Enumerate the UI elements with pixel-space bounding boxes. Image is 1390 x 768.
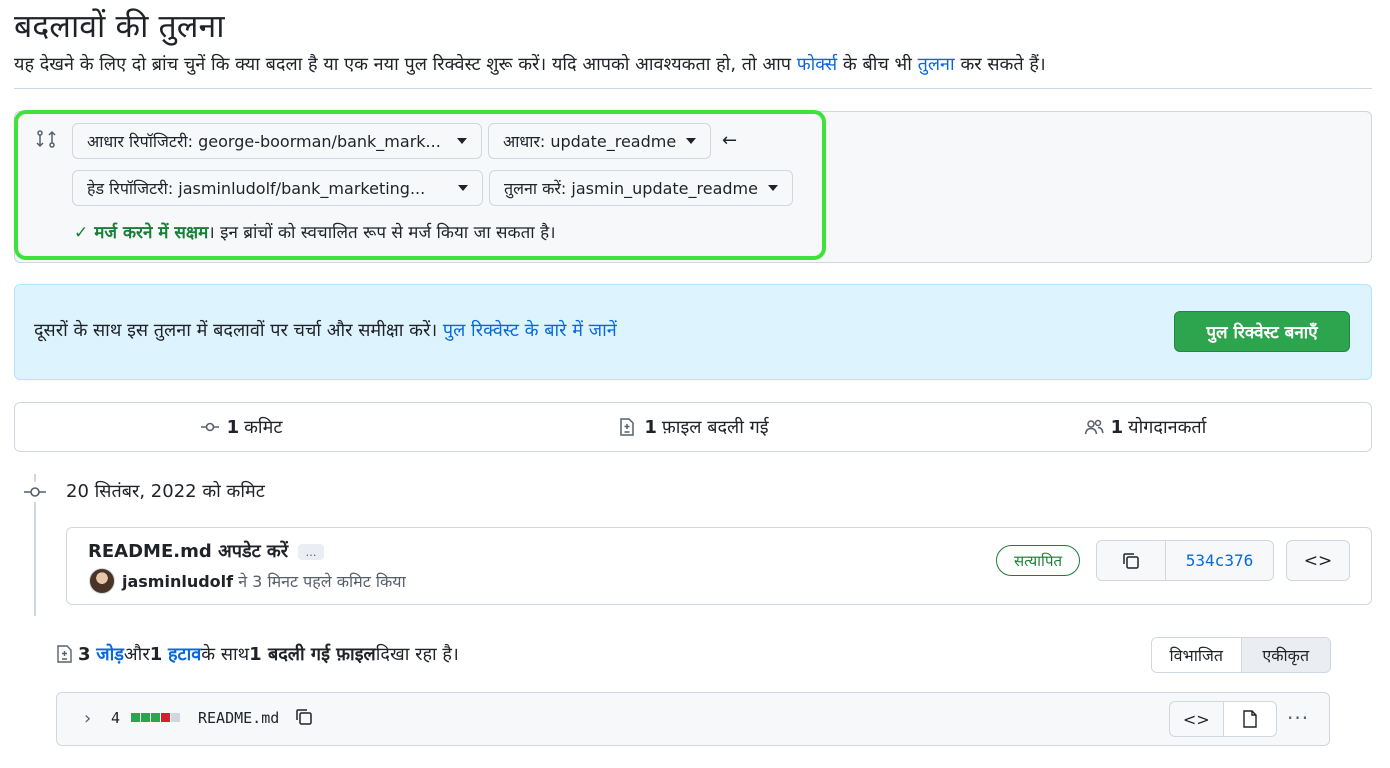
diffstat-block-add — [151, 713, 160, 722]
commit-time: ने 3 मिनट पहले कमिट किया — [233, 572, 406, 591]
check-icon: ✓ — [74, 223, 89, 243]
caret-down-icon — [768, 185, 778, 191]
base-repo-label: आधार रिपॉजिटरी: george-boorman/bank_mark… — [87, 132, 441, 151]
additions-link[interactable]: जोड़ — [96, 642, 124, 666]
caret-down-icon — [457, 138, 467, 144]
unified-view-button[interactable]: एकीकृत — [1240, 638, 1330, 672]
commit-sha-link[interactable]: 534c376 — [1166, 541, 1273, 580]
subtitle-text-1: यह देखने के लिए दो ब्रांच चुनें कि क्या … — [14, 54, 797, 75]
diffstat-block-add — [131, 713, 140, 722]
code-icon: <> — [1303, 550, 1333, 571]
file-name-link[interactable]: README.md — [198, 709, 279, 727]
verified-badge[interactable]: सत्यापित — [996, 545, 1080, 576]
deletions-count: 1 — [149, 643, 163, 665]
browse-repo-button[interactable]: <> — [1286, 540, 1350, 581]
caret-down-icon — [458, 185, 468, 191]
summary-and: और — [123, 644, 150, 665]
avatar[interactable] — [89, 568, 115, 594]
caret-down-icon — [686, 138, 696, 144]
diffstat-block-neutral — [171, 713, 180, 722]
contributors-label: योगदानकर्ता — [1128, 417, 1207, 438]
file-changes-count: 4 — [111, 709, 121, 727]
diffstat-block-del — [161, 713, 170, 722]
create-pull-request-button[interactable]: पुल रिक्वेस्ट बनाएँ — [1174, 311, 1350, 352]
pr-banner-text: दूसरों के साथ इस तुलना में बदलावों पर चर… — [34, 318, 617, 342]
diff-view-toggle: विभाजित एकीकृत — [1151, 637, 1331, 673]
base-branch-select[interactable]: आधार: update_readme — [488, 123, 711, 159]
file-diff-icon — [620, 418, 635, 436]
compare-icon — [36, 130, 56, 148]
deletions-link[interactable]: हटाव — [168, 642, 201, 666]
people-icon — [1084, 419, 1104, 435]
sha-button-group: 534c376 — [1096, 540, 1274, 581]
commit-message-link[interactable]: README.md अपडेट करें — [88, 539, 288, 563]
subtitle-text-2: के बीच भी — [837, 54, 918, 75]
compare-branch-select[interactable]: तुलना करें: jasmin_update_readme — [489, 170, 793, 206]
stat-files[interactable]: 1 फ़ाइल बदली गई — [467, 403, 919, 451]
stats-bar: 1 कमिट 1 फ़ाइल बदली गई 1 योगदानकर्ता — [14, 402, 1372, 452]
forks-link[interactable]: फोर्क्स — [797, 54, 837, 75]
compare-branch-label: तुलना करें: jasmin_update_readme — [504, 179, 758, 198]
merge-status-text: । इन ब्रांचों को स्वचालित रूप से मर्ज कि… — [208, 223, 556, 243]
contributors-count: 1 — [1110, 416, 1124, 438]
split-view-button[interactable]: विभाजित — [1152, 638, 1241, 672]
diffstat-bar — [131, 713, 180, 722]
commit-author-line: jasminludolf ने 3 मिनट पहले कमिट किया — [122, 570, 406, 592]
page-title: बदलावों की तुलना — [14, 7, 225, 45]
summary-showing: दिखा रहा है। — [375, 644, 459, 665]
diff-summary: 3 जोड़ और 1 हटाव के साथ 1 बदली गई फ़ाइल … — [56, 642, 459, 666]
diffstat-block-add — [141, 713, 150, 722]
banner-text: दूसरों के साथ इस तुलना में बदलावों पर चर… — [34, 320, 443, 341]
view-file-button[interactable] — [1222, 702, 1276, 736]
commit-icon — [200, 422, 219, 432]
head-repo-select[interactable]: हेड रिपॉजिटरी: jasminludolf/bank_marketi… — [72, 170, 483, 206]
merge-ok-label: मर्ज करने में सक्षम — [94, 223, 209, 243]
copy-sha-button[interactable] — [1097, 541, 1166, 580]
commits-count: 1 — [226, 416, 240, 438]
subtitle-text-3: कर सकते हैं। — [954, 54, 1046, 75]
divider — [14, 88, 1372, 89]
stat-contributors[interactable]: 1 योगदानकर्ता — [919, 403, 1371, 451]
commits-label: कमिट — [244, 417, 283, 438]
page-subtitle: यह देखने के लिए दो ब्रांच चुनें कि क्या … — [14, 52, 1046, 76]
files-count: 1 — [644, 416, 657, 438]
copy-icon — [1123, 552, 1139, 569]
file-view-group: <> — [1169, 701, 1277, 737]
head-repo-label: हेड रिपॉजिटरी: jasminludolf/bank_marketi… — [87, 179, 426, 198]
learn-pr-link[interactable]: पुल रिक्वेस्ट के बारे में जानें — [443, 320, 617, 341]
file-diff-icon — [57, 645, 72, 663]
stat-commits[interactable]: 1 कमिट — [15, 403, 467, 451]
expand-message-button[interactable]: … — [298, 544, 324, 560]
file-icon — [1243, 710, 1257, 728]
base-repo-select[interactable]: आधार रिपॉजिटरी: george-boorman/bank_mark… — [72, 123, 482, 159]
more-options-icon[interactable]: ··· — [1287, 706, 1309, 730]
commit-date: 20 सितंबर, 2022 को कमिट — [66, 481, 265, 502]
base-branch-label: आधार: update_readme — [503, 132, 677, 151]
merge-status: ✓ मर्ज करने में सक्षम। इन ब्रांचों को स्व… — [74, 220, 556, 243]
additions-count: 3 — [78, 643, 91, 665]
commit-icon — [24, 482, 46, 502]
compare-link[interactable]: तुलना — [918, 54, 955, 75]
arrow-left-icon: ← — [722, 130, 738, 151]
files-label: फ़ाइल बदली गई — [661, 417, 769, 438]
author-link[interactable]: jasminludolf — [122, 572, 233, 591]
chevron-right-icon[interactable]: › — [84, 708, 91, 729]
view-source-button[interactable]: <> — [1170, 702, 1223, 736]
copy-icon[interactable] — [294, 707, 314, 727]
summary-with: के साथ — [201, 644, 250, 665]
code-icon: <> — [1182, 709, 1210, 729]
files-changed: 1 बदली गई फ़ाइल — [249, 644, 376, 665]
